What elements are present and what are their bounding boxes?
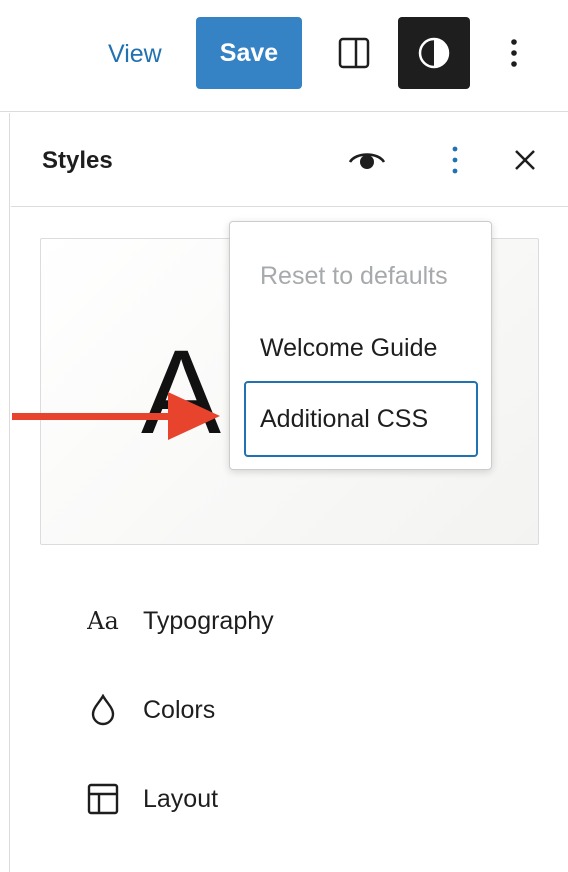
editor-canvas-edge xyxy=(0,113,10,872)
sidebar-icon xyxy=(338,37,370,69)
vertical-ellipsis-icon xyxy=(511,39,517,67)
droplet-icon xyxy=(83,690,123,730)
nav-label-typography: Typography xyxy=(143,607,274,635)
style-book-button[interactable] xyxy=(345,140,389,180)
editor-top-bar: View Save xyxy=(0,0,568,112)
menu-item-additional-css[interactable]: Additional CSS xyxy=(244,381,478,457)
panel-title: Styles xyxy=(42,147,113,174)
more-styles-actions-button[interactable] xyxy=(435,140,475,180)
nav-label-layout: Layout xyxy=(143,785,219,813)
eye-icon xyxy=(348,153,386,169)
close-icon xyxy=(515,150,535,170)
styles-panel-header: Styles xyxy=(11,113,568,207)
typography-icon: Aa xyxy=(83,601,123,641)
close-styles-button[interactable] xyxy=(505,140,545,180)
view-link[interactable]: View xyxy=(108,38,162,70)
nav-label-colors: Colors xyxy=(143,696,216,724)
options-button[interactable] xyxy=(490,17,538,89)
nav-item-layout[interactable]: Layout xyxy=(71,769,551,829)
typography-glyph: Aa xyxy=(87,607,119,635)
save-button[interactable]: Save xyxy=(196,17,302,89)
layout-icon xyxy=(83,779,123,819)
nav-item-typography[interactable]: Aa Typography xyxy=(71,591,551,651)
vertical-ellipsis-icon xyxy=(452,146,458,174)
settings-sidebar-toggle-button[interactable] xyxy=(320,17,388,89)
menu-item-reset-to-defaults: Reset to defaults xyxy=(260,262,448,290)
menu-item-welcome-guide[interactable]: Welcome Guide xyxy=(244,317,478,379)
nav-item-colors[interactable]: Colors xyxy=(71,680,551,740)
styles-actions-menu: Reset to defaults Welcome Guide Addition… xyxy=(229,221,492,470)
styles-toggle-button[interactable] xyxy=(398,17,470,89)
half-circle-contrast-icon xyxy=(418,37,450,69)
annotation-arrow-icon xyxy=(12,392,220,440)
